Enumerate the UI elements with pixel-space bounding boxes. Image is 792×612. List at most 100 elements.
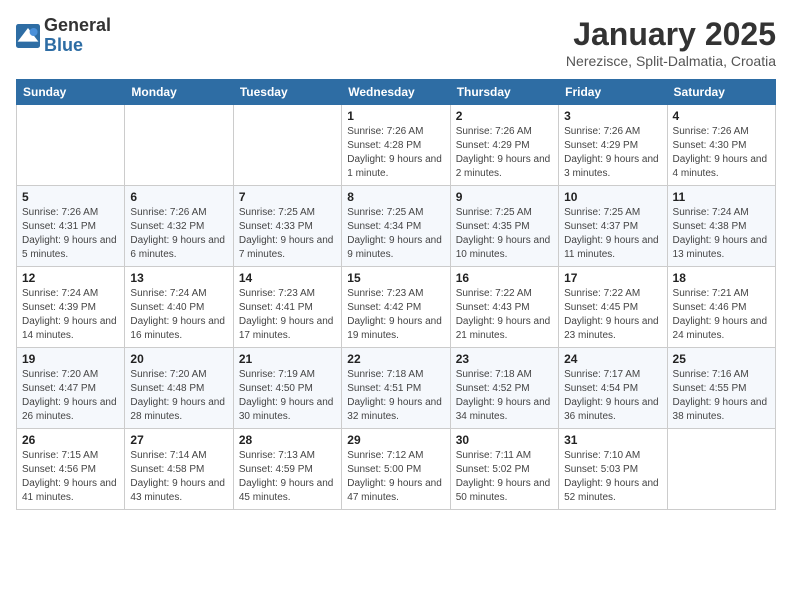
calendar-cell: 26Sunrise: 7:15 AM Sunset: 4:56 PM Dayli…	[17, 429, 125, 510]
day-info: Sunrise: 7:12 AM Sunset: 5:00 PM Dayligh…	[347, 449, 444, 505]
calendar-cell: 4Sunrise: 7:26 AM Sunset: 4:30 PM Daylig…	[667, 105, 775, 186]
calendar-cell: 18Sunrise: 7:21 AM Sunset: 4:46 PM Dayli…	[667, 267, 775, 348]
calendar-cell: 23 Sunrise: 7:18 AM Sunset: 4:52 PM Dayli…	[450, 348, 558, 429]
day-number: 25	[673, 352, 770, 366]
day-info: Sunrise: 7:16 AM Sunset: 4:55 PM Dayligh…	[673, 368, 770, 424]
calendar-cell: 17Sunrise: 7:22 AM Sunset: 4:45 PM Dayli…	[559, 267, 667, 348]
calendar-cell: 1 Sunrise: 7:26 AM Sunset: 4:28 PM Daylig…	[342, 105, 450, 186]
calendar-cell	[233, 105, 341, 186]
logo-text: General Blue	[44, 16, 111, 56]
logo-blue: Blue	[44, 36, 111, 56]
logo-general: General	[44, 16, 111, 36]
calendar-cell: 6 Sunrise: 7:26 AM Sunset: 4:32 PM Daylig…	[125, 186, 233, 267]
day-info: Sunrise: 7:14 AM Sunset: 4:58 PM Dayligh…	[130, 449, 227, 505]
day-number: 10	[564, 190, 661, 204]
calendar-cell: 22 Sunrise: 7:18 AM Sunset: 4:51 PM Dayli…	[342, 348, 450, 429]
day-info: Sunrise: 7:24 AM Sunset: 4:38 PM Dayligh…	[673, 206, 770, 262]
calendar-cell: 27 Sunrise: 7:14 AM Sunset: 4:58 PM Dayli…	[125, 429, 233, 510]
logo: General Blue	[16, 16, 111, 56]
calendar-cell: 5 Sunrise: 7:26 AM Sunset: 4:31 PM Daylig…	[17, 186, 125, 267]
day-number: 3	[564, 109, 661, 123]
day-number: 11	[673, 190, 770, 204]
calendar-cell: 30Sunrise: 7:11 AM Sunset: 5:02 PM Dayli…	[450, 429, 558, 510]
page-header: General Blue January 2025 Nerezisce, Spl…	[16, 16, 776, 69]
calendar-cell: 31 Sunrise: 7:10 AM Sunset: 5:03 PM Dayli…	[559, 429, 667, 510]
day-info: Sunrise: 7:24 AM Sunset: 4:40 PM Dayligh…	[130, 287, 227, 343]
day-info: Sunrise: 7:23 AM Sunset: 4:41 PM Dayligh…	[239, 287, 336, 343]
weekday-header-saturday: Saturday	[667, 80, 775, 105]
calendar-cell	[667, 429, 775, 510]
day-info: Sunrise: 7:26 AM Sunset: 4:31 PM Dayligh…	[22, 206, 119, 262]
calendar-header: SundayMondayTuesdayWednesdayThursdayFrid…	[17, 80, 776, 105]
day-info: Sunrise: 7:26 AM Sunset: 4:29 PM Dayligh…	[456, 125, 553, 181]
calendar-cell: 25 Sunrise: 7:16 AM Sunset: 4:55 PM Dayli…	[667, 348, 775, 429]
calendar-cell: 16Sunrise: 7:22 AM Sunset: 4:43 PM Dayli…	[450, 267, 558, 348]
day-number: 24	[564, 352, 661, 366]
day-info: Sunrise: 7:24 AM Sunset: 4:39 PM Dayligh…	[22, 287, 119, 343]
calendar-cell: 24Sunrise: 7:17 AM Sunset: 4:54 PM Dayli…	[559, 348, 667, 429]
day-info: Sunrise: 7:25 AM Sunset: 4:35 PM Dayligh…	[456, 206, 553, 262]
day-info: Sunrise: 7:25 AM Sunset: 4:34 PM Dayligh…	[347, 206, 444, 262]
day-info: Sunrise: 7:26 AM Sunset: 4:30 PM Dayligh…	[673, 125, 770, 181]
title-area: January 2025 Nerezisce, Split-Dalmatia, …	[566, 16, 776, 69]
day-number: 15	[347, 271, 444, 285]
day-number: 28	[239, 433, 336, 447]
calendar-cell: 9 Sunrise: 7:25 AM Sunset: 4:35 PM Daylig…	[450, 186, 558, 267]
calendar-cell: 29 Sunrise: 7:12 AM Sunset: 5:00 PM Dayli…	[342, 429, 450, 510]
day-info: Sunrise: 7:25 AM Sunset: 4:37 PM Dayligh…	[564, 206, 661, 262]
calendar-week-row: 12 Sunrise: 7:24 AM Sunset: 4:39 PM Dayli…	[17, 267, 776, 348]
day-number: 12	[22, 271, 119, 285]
calendar-cell: 7 Sunrise: 7:25 AM Sunset: 4:33 PM Daylig…	[233, 186, 341, 267]
calendar-cell: 14 Sunrise: 7:23 AM Sunset: 4:41 PM Dayli…	[233, 267, 341, 348]
calendar-cell: 10 Sunrise: 7:25 AM Sunset: 4:37 PM Dayli…	[559, 186, 667, 267]
day-info: Sunrise: 7:10 AM Sunset: 5:03 PM Dayligh…	[564, 449, 661, 505]
day-info: Sunrise: 7:23 AM Sunset: 4:42 PM Dayligh…	[347, 287, 444, 343]
day-info: Sunrise: 7:18 AM Sunset: 4:52 PM Dayligh…	[456, 368, 553, 424]
day-info: Sunrise: 7:20 AM Sunset: 4:48 PM Dayligh…	[130, 368, 227, 424]
weekday-header-tuesday: Tuesday	[233, 80, 341, 105]
day-number: 29	[347, 433, 444, 447]
day-number: 14	[239, 271, 336, 285]
day-info: Sunrise: 7:11 AM Sunset: 5:02 PM Dayligh…	[456, 449, 553, 505]
day-number: 22	[347, 352, 444, 366]
day-info: Sunrise: 7:18 AM Sunset: 4:51 PM Dayligh…	[347, 368, 444, 424]
calendar-cell: 19 Sunrise: 7:20 AM Sunset: 4:47 PM Dayli…	[17, 348, 125, 429]
calendar-cell: 13Sunrise: 7:24 AM Sunset: 4:40 PM Dayli…	[125, 267, 233, 348]
day-number: 26	[22, 433, 119, 447]
calendar-week-row: 26Sunrise: 7:15 AM Sunset: 4:56 PM Dayli…	[17, 429, 776, 510]
location: Nerezisce, Split-Dalmatia, Croatia	[566, 53, 776, 69]
day-number: 23	[456, 352, 553, 366]
day-info: Sunrise: 7:13 AM Sunset: 4:59 PM Dayligh…	[239, 449, 336, 505]
day-number: 7	[239, 190, 336, 204]
day-info: Sunrise: 7:25 AM Sunset: 4:33 PM Dayligh…	[239, 206, 336, 262]
calendar-cell: 28 Sunrise: 7:13 AM Sunset: 4:59 PM Dayli…	[233, 429, 341, 510]
calendar-body: 1 Sunrise: 7:26 AM Sunset: 4:28 PM Daylig…	[17, 105, 776, 510]
weekday-header-thursday: Thursday	[450, 80, 558, 105]
weekday-header-monday: Monday	[125, 80, 233, 105]
calendar-cell: 21Sunrise: 7:19 AM Sunset: 4:50 PM Dayli…	[233, 348, 341, 429]
logo-icon	[16, 24, 40, 48]
calendar-cell: 2Sunrise: 7:26 AM Sunset: 4:29 PM Daylig…	[450, 105, 558, 186]
calendar-cell: 3Sunrise: 7:26 AM Sunset: 4:29 PM Daylig…	[559, 105, 667, 186]
day-number: 19	[22, 352, 119, 366]
weekday-header-sunday: Sunday	[17, 80, 125, 105]
day-info: Sunrise: 7:26 AM Sunset: 4:32 PM Dayligh…	[130, 206, 227, 262]
day-number: 31	[564, 433, 661, 447]
day-number: 6	[130, 190, 227, 204]
weekday-header-wednesday: Wednesday	[342, 80, 450, 105]
calendar-cell: 15 Sunrise: 7:23 AM Sunset: 4:42 PM Dayli…	[342, 267, 450, 348]
day-number: 27	[130, 433, 227, 447]
weekday-header-row: SundayMondayTuesdayWednesdayThursdayFrid…	[17, 80, 776, 105]
calendar-cell: 12 Sunrise: 7:24 AM Sunset: 4:39 PM Dayli…	[17, 267, 125, 348]
day-info: Sunrise: 7:22 AM Sunset: 4:45 PM Dayligh…	[564, 287, 661, 343]
day-number: 21	[239, 352, 336, 366]
day-info: Sunrise: 7:20 AM Sunset: 4:47 PM Dayligh…	[22, 368, 119, 424]
day-number: 8	[347, 190, 444, 204]
day-number: 1	[347, 109, 444, 123]
day-number: 5	[22, 190, 119, 204]
calendar-week-row: 19 Sunrise: 7:20 AM Sunset: 4:47 PM Dayli…	[17, 348, 776, 429]
calendar-cell: 11 Sunrise: 7:24 AM Sunset: 4:38 PM Dayli…	[667, 186, 775, 267]
calendar-cell: 20Sunrise: 7:20 AM Sunset: 4:48 PM Dayli…	[125, 348, 233, 429]
day-info: Sunrise: 7:26 AM Sunset: 4:28 PM Dayligh…	[347, 125, 444, 181]
day-number: 9	[456, 190, 553, 204]
